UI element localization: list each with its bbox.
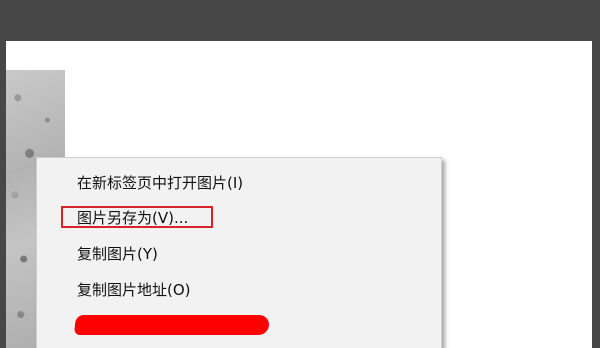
screen: 在新标签页中打开图片(I) 图片另存为(V)... 复制图片(Y) 复制图片地址… xyxy=(0,0,600,348)
menu-item-copy-image-address[interactable]: 复制图片地址(O) xyxy=(77,277,191,303)
context-menu: 在新标签页中打开图片(I) 图片另存为(V)... 复制图片(Y) 复制图片地址… xyxy=(36,157,442,348)
save-as-highlight-box xyxy=(61,206,213,228)
menu-item-copy-image[interactable]: 复制图片(Y) xyxy=(77,241,158,267)
redaction-mark xyxy=(73,315,271,335)
menu-item-open-image-new-tab[interactable]: 在新标签页中打开图片(I) xyxy=(77,170,243,196)
